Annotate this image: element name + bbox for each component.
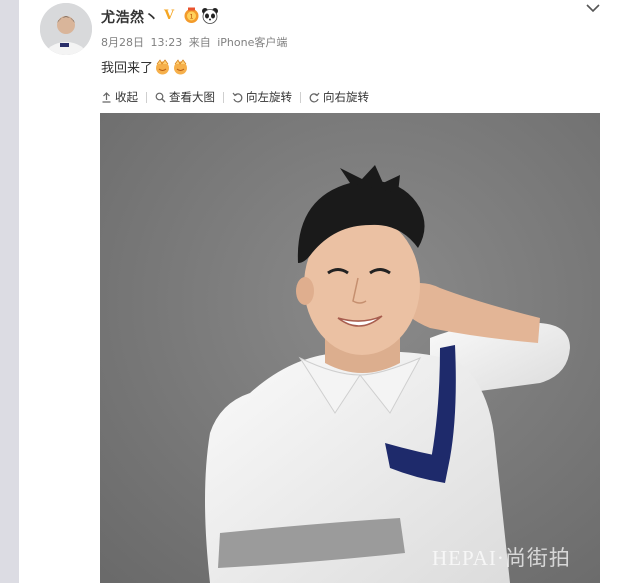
collapse-button[interactable]: 收起 bbox=[99, 89, 140, 105]
image-toolbar: 收起 查看大图 向左旋转 向右旋转 bbox=[99, 89, 371, 105]
weibo-post-card: 尤浩然丶 V 1 8月28日 13:23 来自 iPhone客户端 我回来了 收… bbox=[19, 0, 620, 583]
clap-emoji bbox=[174, 58, 188, 74]
upload-arrow-icon bbox=[102, 91, 111, 103]
toolbar-divider bbox=[300, 91, 301, 103]
toolbar-divider bbox=[146, 91, 147, 103]
rotate-right-button[interactable]: 向右旋转 bbox=[307, 89, 371, 105]
post-text: 我回来了 bbox=[101, 61, 154, 76]
post-time[interactable]: 13:23 bbox=[151, 36, 183, 49]
view-large-button[interactable]: 查看大图 bbox=[153, 89, 217, 105]
rotate-left-label: 向左旋转 bbox=[246, 90, 292, 104]
clap-emoji bbox=[156, 58, 170, 74]
svg-text:1: 1 bbox=[190, 14, 194, 21]
rotate-right-label: 向右旋转 bbox=[323, 90, 369, 104]
view-large-label: 查看大图 bbox=[169, 90, 215, 104]
post-source-prefix: 来自 bbox=[188, 36, 211, 49]
page-left-strip bbox=[0, 0, 19, 583]
vip-v-icon[interactable]: V bbox=[164, 9, 178, 23]
post-meta: 8月28日 13:23 来自 iPhone客户端 bbox=[101, 34, 290, 50]
search-icon bbox=[155, 92, 166, 102]
author-name[interactable]: 尤浩然丶 bbox=[101, 7, 159, 27]
chevron-down-icon[interactable] bbox=[585, 2, 601, 14]
collapse-label: 收起 bbox=[115, 90, 138, 104]
panda-icon[interactable] bbox=[201, 7, 219, 24]
post-date[interactable]: 8月28日 bbox=[101, 36, 144, 49]
rotate-left-icon bbox=[232, 92, 243, 102]
post-source[interactable]: iPhone客户端 bbox=[217, 36, 287, 49]
post-photo[interactable]: HEPAI·尚街拍 bbox=[100, 113, 600, 583]
rotate-right-icon bbox=[309, 92, 320, 102]
medal-icon[interactable]: 1 bbox=[183, 7, 200, 24]
post-content: 我回来了 bbox=[101, 57, 189, 76]
user-avatar[interactable] bbox=[40, 3, 92, 55]
toolbar-divider bbox=[223, 91, 224, 103]
photo-watermark: HEPAI·尚街拍 bbox=[432, 546, 571, 570]
photo-illustration bbox=[100, 113, 600, 583]
rotate-left-button[interactable]: 向左旋转 bbox=[230, 89, 294, 105]
